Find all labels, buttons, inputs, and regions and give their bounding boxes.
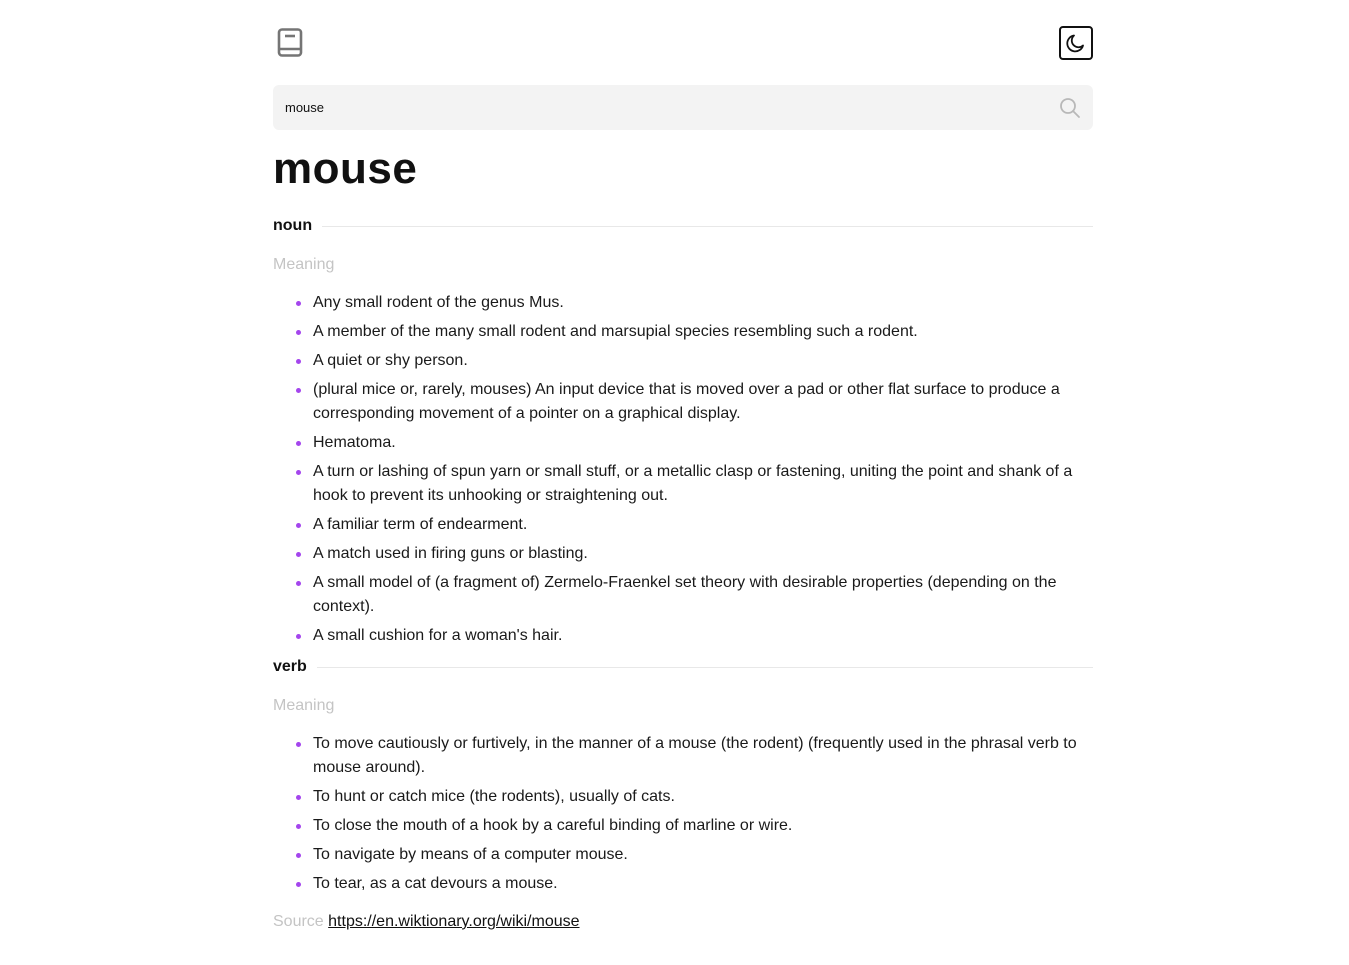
part-of-speech-label: verb xyxy=(273,658,307,675)
meaning-heading: Meaning xyxy=(273,697,335,714)
book-icon xyxy=(277,28,303,57)
divider-line xyxy=(316,666,1093,668)
definition-item: A small model of (a fragment of) Zermelo… xyxy=(296,571,1093,619)
definition-item: To move cautiously or furtively, in the … xyxy=(296,732,1093,780)
pos-divider-noun: noun xyxy=(273,216,1093,236)
definition-item: To navigate by means of a computer mouse… xyxy=(296,843,1093,867)
definition-item: To close the mouth of a hook by a carefu… xyxy=(296,814,1093,838)
part-of-speech-label: noun xyxy=(273,217,313,234)
header xyxy=(273,0,1093,85)
search-bar xyxy=(273,85,1093,130)
source-line: Source https://en.wiktionary.org/wiki/mo… xyxy=(273,912,1093,932)
pos-divider-verb: verb xyxy=(273,657,1093,677)
definition-item: Any small rodent of the genus Mus. xyxy=(296,291,1093,315)
definition-item: To hunt or catch mice (the rodents), usu… xyxy=(296,785,1093,809)
search-input[interactable] xyxy=(273,85,1033,130)
source-label: Source xyxy=(273,913,324,930)
definition-item: A quiet or shy person. xyxy=(296,349,1093,373)
source-link[interactable]: https://en.wiktionary.org/wiki/mouse xyxy=(328,913,579,930)
definition-item: Hematoma. xyxy=(296,431,1093,455)
divider-line xyxy=(322,225,1093,227)
theme-toggle-button[interactable] xyxy=(1059,26,1093,60)
definition-item: To tear, as a cat devours a mouse. xyxy=(296,872,1093,896)
definition-item: A match used in firing guns or blasting. xyxy=(296,542,1093,566)
definition-list-noun: Any small rodent of the genus Mus. A mem… xyxy=(273,291,1093,648)
word-title: mouse xyxy=(273,144,418,193)
meaning-heading: Meaning xyxy=(273,256,335,273)
definition-item: A small cushion for a woman's hair. xyxy=(296,624,1093,648)
search-icon[interactable] xyxy=(1059,97,1081,119)
definition-list-verb: To move cautiously or furtively, in the … xyxy=(273,732,1093,896)
definition-item: A familiar term of endearment. xyxy=(296,513,1093,537)
definition-item: A turn or lashing of spun yarn or small … xyxy=(296,460,1093,508)
definition-item: A member of the many small rodent and ma… xyxy=(296,320,1093,344)
definition-item: (plural mice or, rarely, mouses) An inpu… xyxy=(296,378,1093,426)
moon-icon xyxy=(1066,34,1084,53)
dictionary-app: mouse noun Meaning Any small rodent of t… xyxy=(273,0,1093,932)
